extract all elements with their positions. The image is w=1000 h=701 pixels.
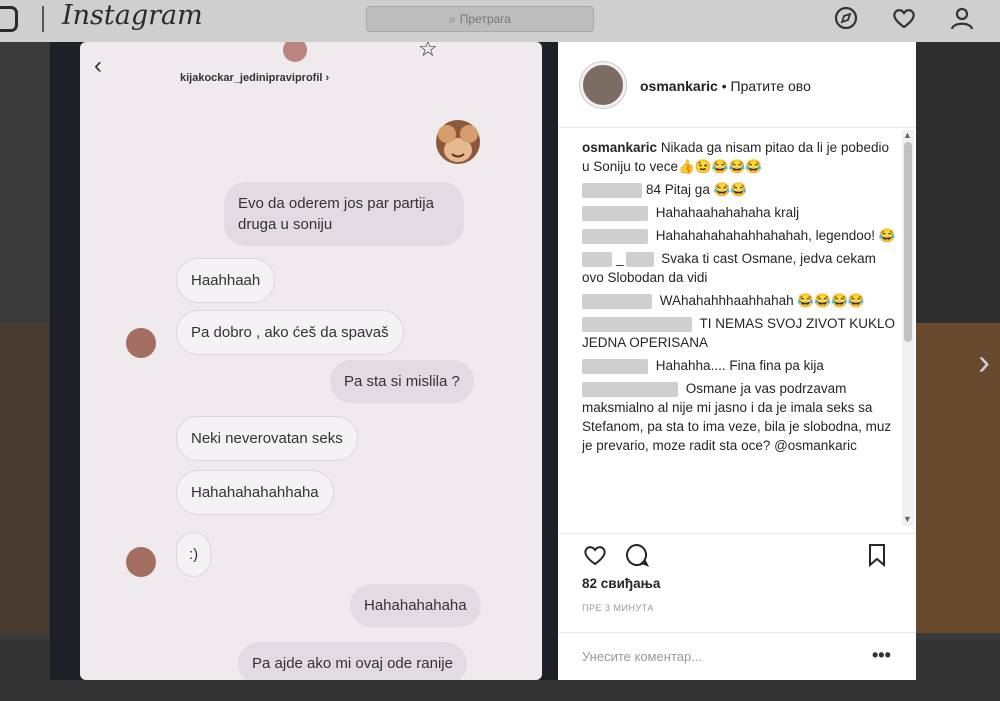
instagram-logo[interactable]: Instagram <box>62 0 203 31</box>
blurred-username <box>582 228 648 244</box>
bookmark-icon[interactable] <box>864 542 890 568</box>
chat-avatar <box>283 42 307 62</box>
search-input[interactable]: ⌕ Претрага <box>366 6 594 32</box>
chat-message: Evo da oderem jos par partija druga u so… <box>224 182 464 246</box>
see-no-evil-monkey-icon <box>436 120 480 164</box>
blurred-username <box>582 251 612 267</box>
profile-icon[interactable] <box>948 4 976 32</box>
add-comment-input[interactable]: Унесите коментар... <box>582 649 702 664</box>
comment-icon[interactable] <box>624 542 650 568</box>
blurred-username <box>582 358 648 374</box>
blurred-username <box>582 316 692 332</box>
scrollbar-thumb[interactable] <box>904 142 912 342</box>
comment: Hahahahahahahhahahah, legendoo! 😂 <box>582 226 900 245</box>
comment-username[interactable]: _ <box>616 251 624 266</box>
comment: TI NEMAS SVOJ ZIVOT KUKLO JEDNA OPERISAN… <box>582 314 900 352</box>
search-placeholder: Претрага <box>459 12 511 26</box>
post-author: osmankaric • Пратите ово <box>640 78 811 94</box>
comment: 84 Pitaj ga 😂😂 <box>582 180 900 199</box>
post-panel: osmankaric • Пратите ово osmankaric Nika… <box>558 42 916 680</box>
post-header: osmankaric • Пратите ово <box>558 42 916 128</box>
chat-avatar <box>126 547 156 577</box>
chat-message: Neki neverovatan seks <box>176 416 358 461</box>
avatar[interactable] <box>580 62 626 108</box>
chat-message: Pa sta si mislila ? <box>330 360 474 403</box>
more-options-icon[interactable]: ••• <box>872 645 891 666</box>
heart-icon[interactable] <box>890 4 918 32</box>
background-tile <box>0 323 48 633</box>
chat-message: Hahahahahahhaha <box>176 470 334 515</box>
back-chevron-icon: ‹ <box>94 52 102 79</box>
comment-text: Hahahha.... Fina fina pa kija <box>655 358 824 373</box>
caption: osmankaric Nikada ga nisam pitao da li j… <box>582 138 900 176</box>
comment: Osmane ja vas podrzavam maksmialno al ni… <box>582 379 900 455</box>
post-timestamp: ПРЕ 3 МИНУТА <box>582 603 654 613</box>
chat-avatar <box>126 328 156 358</box>
blurred-username <box>625 251 654 267</box>
comments-scrollbar[interactable]: ▲ ▼ <box>902 130 914 526</box>
star-icon: ☆ <box>418 42 438 61</box>
camera-icon[interactable] <box>0 6 18 32</box>
topbar-divider <box>42 6 44 32</box>
next-post-chevron-icon[interactable]: › <box>978 340 1000 384</box>
instagram-topbar: Instagram ⌕ Претрага <box>0 0 1000 42</box>
compass-icon[interactable] <box>832 4 860 32</box>
blurred-username <box>582 381 678 397</box>
comment: WAhahahhhaahhahah 😂😂😂😂 <box>582 291 900 310</box>
background-tile <box>916 42 1000 323</box>
comment-username[interactable]: osmankaric <box>582 140 657 155</box>
comments-list: osmankaric Nikada ga nisam pitao da li j… <box>582 138 900 533</box>
blurred-username <box>582 182 642 198</box>
chat-message: :) <box>176 532 212 577</box>
post-image: ‹ ☆ kijakockar_jedinipraviprofil › Evo d… <box>50 42 558 680</box>
search-icon: ⌕ <box>449 11 456 26</box>
chat-message: Pa dobro , ako ćeš da spavaš <box>176 310 404 355</box>
blurred-username <box>582 293 652 309</box>
comment: _ Svaka ti cast Osmane, jedva cekam ovo … <box>582 249 900 287</box>
comment-text: Pitaj ga 😂😂 <box>664 182 748 197</box>
comment-text: Hahahaahahahaha kralj <box>655 205 800 220</box>
scroll-down-icon[interactable]: ▼ <box>903 514 912 524</box>
author-username[interactable]: osmankaric <box>640 78 718 94</box>
comment-text: WAhahahhhaahhahah 😂😂😂😂 <box>659 293 865 308</box>
comment-text: Hahahahahahahhahahah, legendoo! 😂 <box>655 228 896 243</box>
chat-handle: kijakockar_jedinipraviprofil › <box>180 72 330 84</box>
comment: Hahahha.... Fina fina pa kija <box>582 356 900 375</box>
chat-message: Pa ajde ako mi ovaj ode ranije <box>238 642 467 680</box>
chat-message: Haahhaah <box>176 258 276 303</box>
chat-screenshot: ‹ ☆ kijakockar_jedinipraviprofil › Evo d… <box>80 42 542 680</box>
blurred-username <box>582 205 648 221</box>
comment-username[interactable]: 84 <box>646 182 661 197</box>
add-comment-bar: Унесите коментар... ••• <box>558 632 916 680</box>
chat-message: Hahahahahaha <box>350 584 481 627</box>
comment: Hahahaahahahaha kralj <box>582 203 900 222</box>
scroll-up-icon[interactable]: ▲ <box>903 130 912 140</box>
like-heart-icon[interactable] <box>582 542 608 568</box>
likes-count[interactable]: 82 свиђања <box>582 576 660 591</box>
post-actions <box>558 533 916 603</box>
follow-link[interactable]: • Пратите ово <box>722 78 811 94</box>
